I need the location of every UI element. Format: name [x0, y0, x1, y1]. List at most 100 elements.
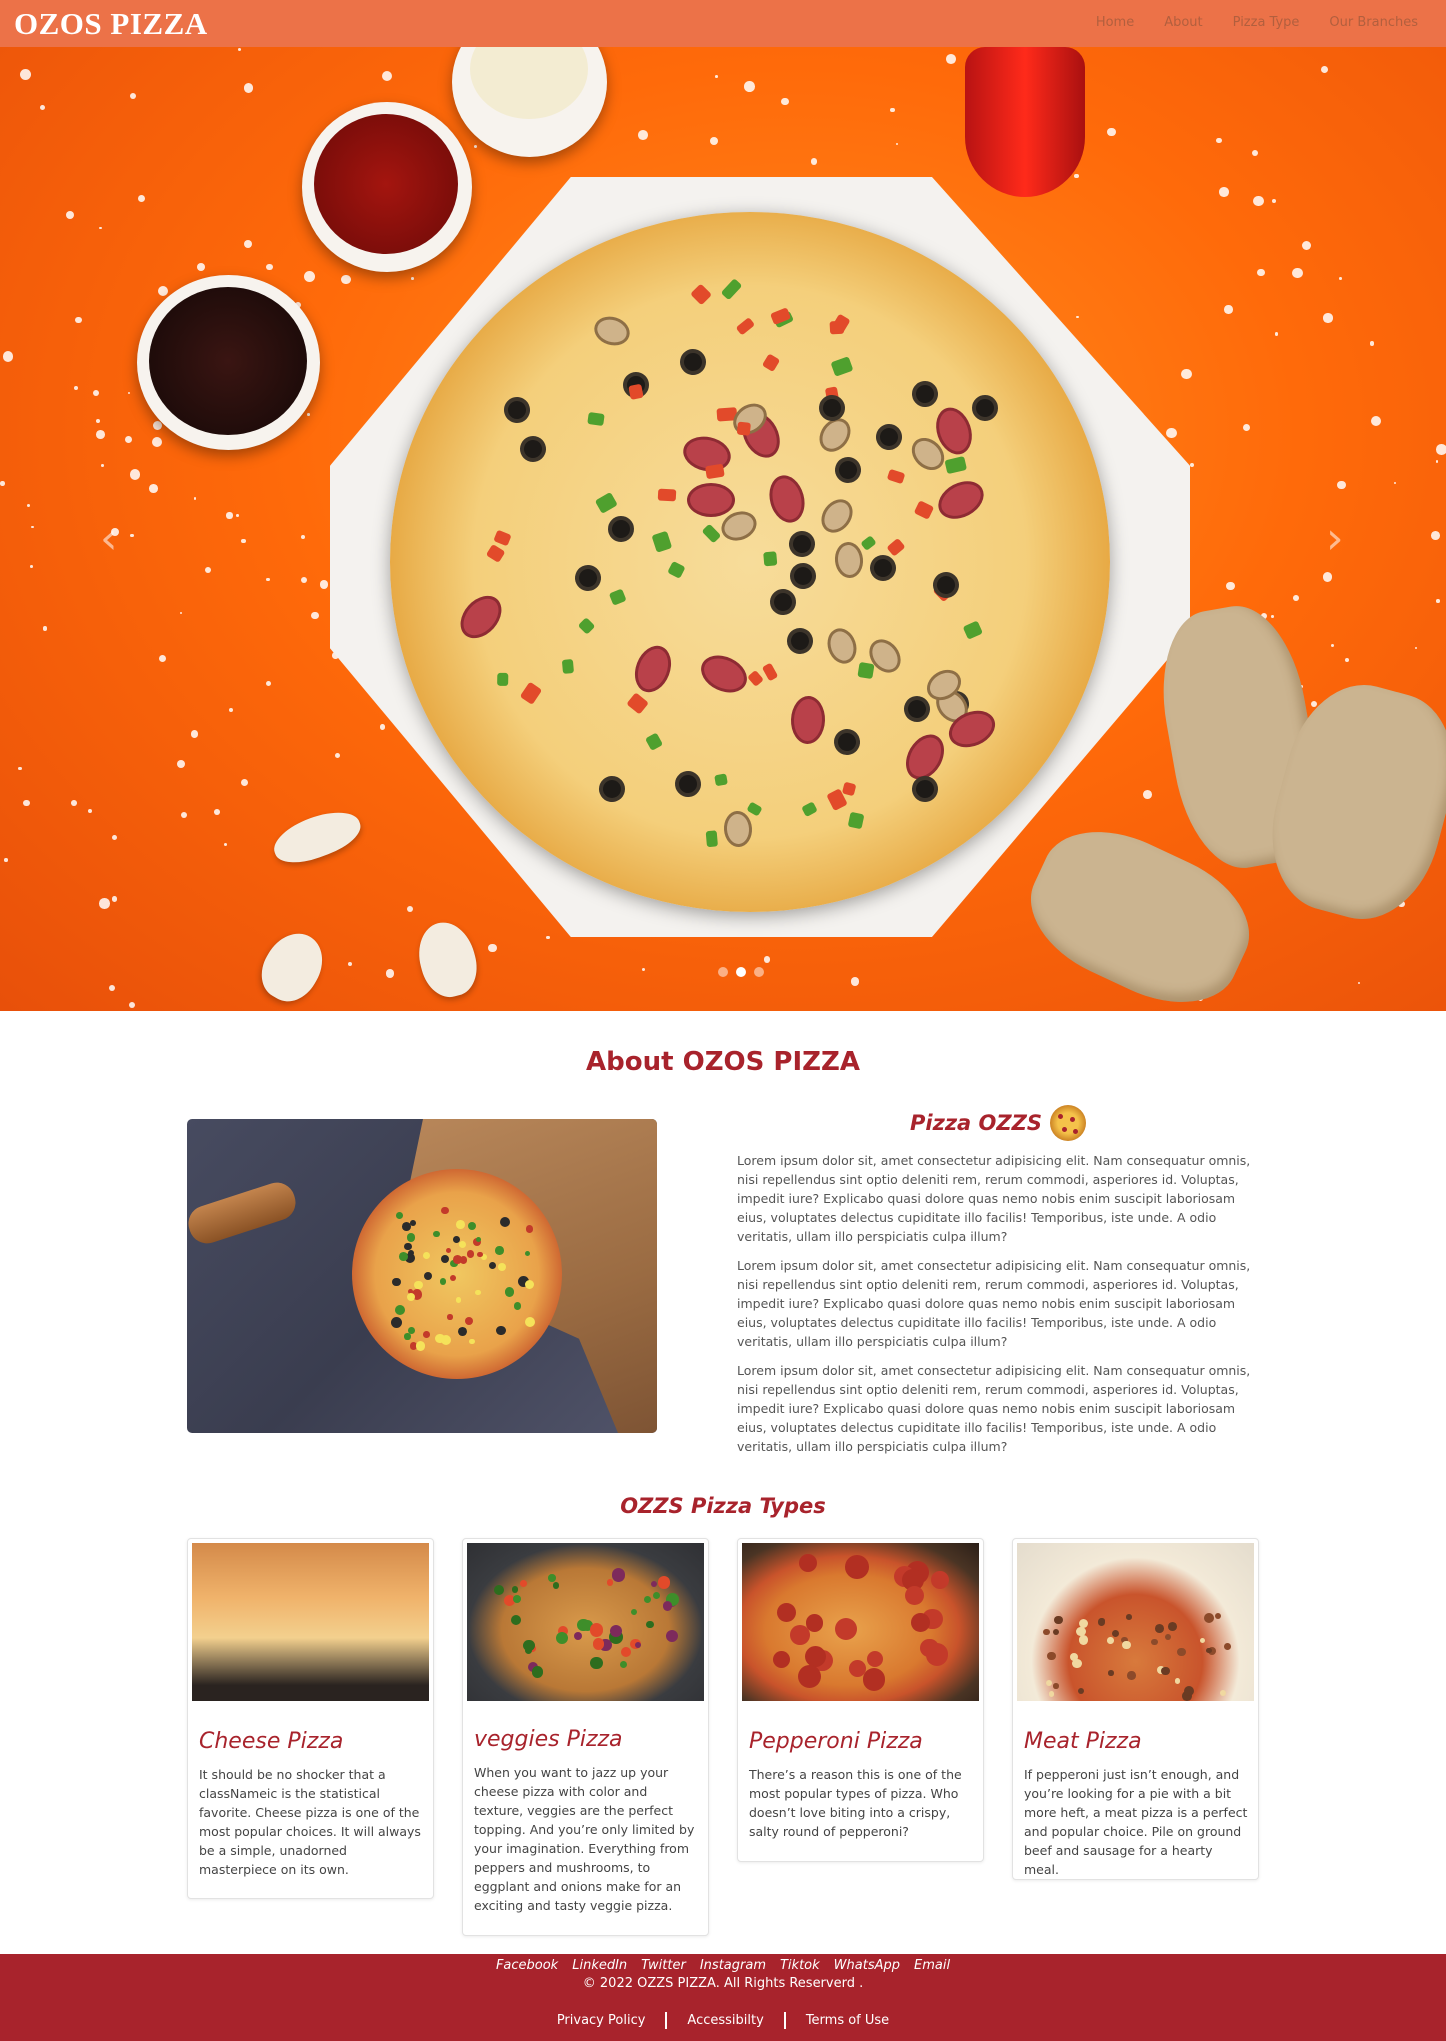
pizza-topping	[621, 1647, 632, 1658]
pizza-topping	[1127, 1671, 1136, 1680]
flour-speck	[311, 612, 319, 620]
carousel-next-button[interactable]: ›	[1326, 517, 1344, 561]
flour-speck	[1436, 444, 1446, 455]
pizza-topping	[468, 1338, 475, 1345]
flour-speck	[26, 504, 30, 508]
pizza-topping	[857, 661, 875, 680]
flour-speck	[810, 158, 818, 165]
flour-speck	[1219, 187, 1229, 197]
flour-speck	[1336, 480, 1346, 490]
pizza-topping	[520, 682, 543, 706]
pizza-topping	[501, 394, 533, 426]
pizza-topping	[833, 540, 866, 580]
pizza-topping	[1107, 1637, 1114, 1644]
pizza-topping	[455, 1296, 462, 1303]
pizza-topping	[499, 1216, 511, 1227]
social-link-facebook[interactable]: Facebook	[496, 1958, 558, 1973]
pizza-topping	[931, 474, 990, 527]
flour-speck	[96, 430, 106, 440]
social-link-tiktok[interactable]: Tiktok	[780, 1958, 820, 1973]
pizza-topping	[866, 1650, 883, 1667]
carousel-prev-button[interactable]: ‹	[100, 517, 118, 561]
carousel-indicator[interactable]	[754, 967, 764, 977]
pizza-topping	[690, 283, 713, 306]
pizza-topping	[407, 1233, 416, 1242]
flour-speck	[304, 271, 316, 283]
flour-speck	[149, 484, 158, 493]
accessibility-link[interactable]: Accessibilty	[667, 2013, 783, 2028]
pizza-topping	[456, 1220, 465, 1229]
flour-speck	[92, 389, 100, 397]
flour-speck	[1321, 65, 1329, 73]
flour-speck	[1291, 267, 1303, 279]
pizza-topping	[1219, 1689, 1227, 1696]
privacy-policy-link[interactable]: Privacy Policy	[537, 2013, 666, 2028]
flour-speck	[240, 778, 249, 786]
brand-logo[interactable]: OZOS PIZZA	[14, 6, 208, 42]
pizza-topping	[643, 1595, 652, 1604]
terms-of-use-link[interactable]: Terms of Use	[786, 2013, 909, 2028]
flour-speck	[411, 277, 415, 280]
flour-speck	[66, 211, 75, 220]
pizza-topping	[497, 672, 509, 686]
flour-speck	[1216, 137, 1222, 144]
pizza-topping	[475, 1289, 482, 1296]
pizza-topping	[1154, 1623, 1164, 1633]
flour-speck	[546, 936, 550, 940]
pizza-topping	[764, 583, 802, 621]
pizza-topping	[930, 569, 962, 601]
pizza-topping	[657, 488, 677, 502]
nav-link-our-branches[interactable]: Our Branches	[1329, 15, 1418, 30]
pizza-topping	[746, 669, 764, 687]
pizza-topping	[865, 551, 900, 586]
pizza-topping	[1122, 1640, 1131, 1650]
flour-speck	[205, 567, 212, 574]
pizza-topping	[1111, 1629, 1120, 1638]
pizza-topping	[1047, 1651, 1056, 1661]
flour-speck	[193, 497, 197, 500]
pizza-topping	[627, 383, 644, 400]
about-title: About OZOS PIZZA	[586, 1047, 860, 1077]
social-link-email[interactable]: Email	[914, 1958, 950, 1973]
pizza-topping	[746, 801, 763, 818]
pizza-topping	[873, 421, 905, 453]
carousel-indicator-active[interactable]	[736, 967, 746, 977]
pizza-topping	[931, 1571, 950, 1590]
pizza-topping	[607, 1579, 614, 1586]
flour-speck	[763, 956, 771, 963]
flour-speck	[129, 1001, 136, 1008]
social-link-linkedin[interactable]: LinkedIn	[572, 1958, 627, 1973]
pizza-topping	[577, 616, 596, 635]
flour-speck	[214, 809, 221, 816]
pizza-topping	[396, 1212, 404, 1219]
pizza-topping	[498, 1262, 507, 1271]
pizza-topping	[789, 695, 826, 745]
pizza-topping	[721, 278, 743, 301]
nav-link-about[interactable]: About	[1164, 15, 1202, 30]
pizza-topping	[611, 1568, 626, 1582]
pizza-topping	[589, 1623, 604, 1637]
pizza-topping	[920, 1638, 939, 1657]
flour-speck	[1414, 647, 1417, 650]
pizza-topping	[736, 421, 752, 437]
pizza-topping	[705, 830, 718, 847]
about-subtitle: Pizza OZZS	[737, 1105, 1259, 1141]
pizza-topping	[513, 1302, 522, 1310]
pizza-topping	[674, 343, 711, 380]
flour-speck	[1369, 341, 1375, 346]
social-link-whatsapp[interactable]: WhatsApp	[834, 1958, 900, 1973]
hero-carousel: ‹ ›	[0, 47, 1446, 1011]
pizza-card-veggies: veggies Pizza When you want to jazz up y…	[462, 1538, 709, 1936]
nav-link-home[interactable]: Home	[1096, 15, 1134, 30]
pizza-topping	[513, 1594, 522, 1603]
flour-speck	[88, 809, 93, 814]
social-link-twitter[interactable]: Twitter	[641, 1958, 686, 1973]
social-link-instagram[interactable]: Instagram	[700, 1958, 766, 1973]
flour-speck	[715, 75, 719, 79]
card-title: veggies Pizza	[474, 1727, 623, 1752]
flour-speck	[243, 239, 252, 248]
pizza-topping	[1070, 1652, 1079, 1661]
nav-link-pizza-type[interactable]: Pizza Type	[1233, 15, 1300, 30]
pizza-topping	[609, 588, 627, 606]
carousel-indicator[interactable]	[718, 967, 728, 977]
